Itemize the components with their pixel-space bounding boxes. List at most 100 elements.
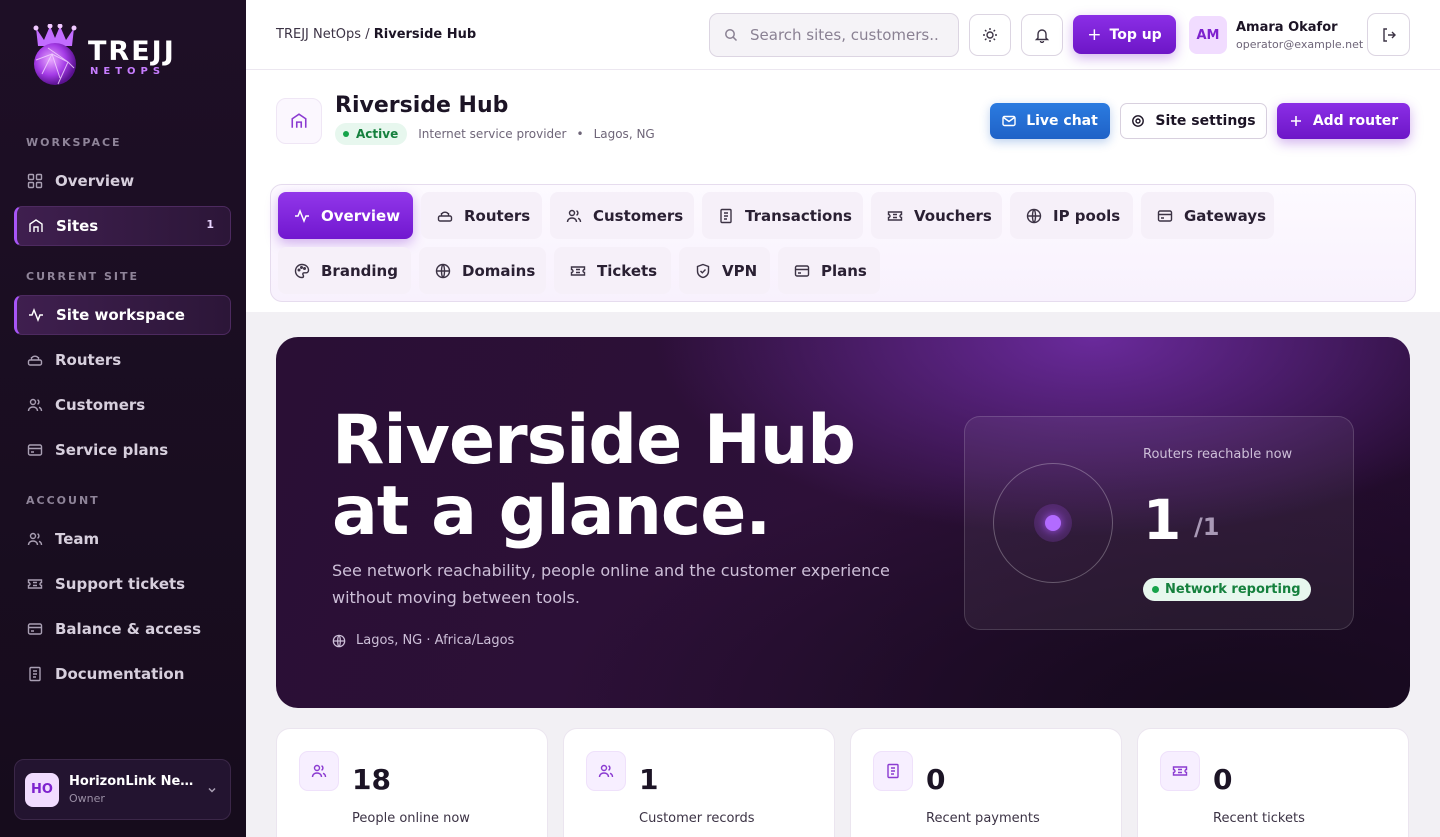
section-account: ACCOUNT: [26, 494, 100, 507]
sidebar-item-support-tickets[interactable]: Support tickets: [14, 564, 231, 604]
stat-label: Customer records: [639, 811, 755, 826]
ticket-icon: [1160, 751, 1200, 791]
sidebar-item-overview[interactable]: Overview: [14, 161, 231, 201]
organization-switcher[interactable]: HO HorizonLink Net... Owner: [14, 759, 231, 820]
sidebar-item-routers[interactable]: Routers: [14, 340, 231, 380]
users-icon: [299, 751, 339, 791]
user-name: Amara Okafor: [1236, 19, 1338, 35]
hero-title-line2: at a glance.: [332, 472, 771, 551]
search-icon: [725, 29, 738, 42]
top-up-button[interactable]: + Top up: [1073, 15, 1176, 54]
brand-logo[interactable]: TREJJ NETOPS: [30, 24, 176, 86]
sidebar-item-team[interactable]: Team: [14, 519, 231, 559]
search-input[interactable]: [750, 26, 940, 44]
tab-label: Gateways: [1184, 206, 1267, 225]
tab-vpn[interactable]: VPN: [679, 247, 770, 294]
tab-transactions[interactable]: Transactions: [702, 192, 863, 239]
stat-value: 0: [1213, 763, 1233, 796]
sidebar-item-label: Team: [55, 530, 100, 548]
page-title: Riverside Hub: [335, 93, 509, 118]
plus-icon: [1290, 116, 1301, 126]
tab-tickets[interactable]: Tickets: [554, 247, 671, 294]
site-location: Lagos, NG: [593, 127, 655, 141]
hero-location-text: Lagos, NG · Africa/Lagos: [356, 633, 515, 648]
users-icon: [27, 532, 43, 546]
sidebar-item-label: Sites: [56, 217, 99, 235]
users-icon: [566, 209, 582, 222]
grid-icon: [27, 173, 43, 189]
ticket-icon: [27, 579, 43, 589]
sidebar-item-sites[interactable]: Sites 1: [14, 206, 231, 246]
sidebar-item-site-workspace[interactable]: Site workspace: [14, 295, 231, 335]
logout-icon: [1382, 27, 1396, 42]
live-chat-button[interactable]: Live chat: [990, 103, 1110, 139]
sidebar-item-label: Service plans: [55, 441, 169, 459]
sidebar-item-label: Support tickets: [55, 575, 186, 593]
card-icon: [1157, 209, 1173, 222]
reach-label: Routers reachable now: [1143, 447, 1293, 462]
breadcrumb-current: Riverside Hub: [373, 27, 477, 42]
tab-gateways[interactable]: Gateways: [1141, 192, 1274, 239]
stat-card-recent-payments: 0 Recent payments: [850, 728, 1122, 837]
hero-location: Lagos, NG · Africa/Lagos: [332, 633, 514, 648]
tab-ip-pools[interactable]: IP pools: [1010, 192, 1133, 239]
doc-icon: [29, 666, 41, 682]
hero-panel: Riverside Hub at a glance. See network r…: [276, 337, 1410, 708]
section-current-site: CURRENT SITE: [26, 270, 140, 283]
sidebar-item-balance-access[interactable]: Balance & access: [14, 609, 231, 649]
sidebar-item-customers[interactable]: Customers: [14, 385, 231, 425]
users-icon: [586, 751, 626, 791]
sidebar-item-documentation[interactable]: Documentation: [14, 654, 231, 694]
logout-button[interactable]: [1367, 13, 1410, 56]
receipt-icon: [873, 751, 913, 791]
mail-icon: [1002, 115, 1016, 127]
theme-toggle-button[interactable]: [969, 14, 1011, 56]
router-icon: [27, 355, 43, 366]
crown-globe-icon: [30, 24, 80, 86]
bell-icon: [1034, 29, 1050, 43]
site-meta: Active Internet service provider • Lagos…: [335, 123, 655, 145]
search-box[interactable]: [709, 13, 959, 57]
tab-routers[interactable]: Routers: [421, 192, 542, 239]
tab-overview[interactable]: Overview: [278, 192, 413, 239]
user-email: operator@example.net: [1236, 37, 1364, 51]
sites-count-badge: 1: [206, 218, 214, 231]
site-settings-button[interactable]: Site settings: [1120, 103, 1267, 139]
sidebar-item-service-plans[interactable]: Service plans: [14, 430, 231, 470]
tab-vouchers[interactable]: Vouchers: [871, 192, 1002, 239]
tab-label: Plans: [821, 261, 867, 280]
radar-icon: [993, 463, 1113, 583]
notifications-button[interactable]: [1021, 14, 1063, 56]
org-name: HorizonLink Net...: [69, 774, 199, 789]
tab-plans[interactable]: Plans: [778, 247, 880, 294]
activity-icon: [29, 307, 43, 323]
main-content: Riverside Hub at a glance. See network r…: [246, 312, 1440, 837]
stat-label: Recent payments: [926, 811, 1040, 826]
sidebar-item-label: Routers: [55, 351, 122, 369]
building-icon: [29, 219, 43, 232]
tab-label: Customers: [593, 206, 684, 225]
stat-value: 1: [639, 763, 659, 796]
meta-separator: •: [576, 127, 584, 141]
routers-reachable-card: Routers reachable now 1 /1 Network repor…: [964, 416, 1354, 630]
site-type: Internet service provider: [418, 127, 567, 141]
reach-value: 1: [1143, 488, 1182, 552]
tab-branding[interactable]: Branding: [278, 247, 411, 294]
add-router-label: Add router: [1312, 113, 1399, 129]
settings-icon: [1132, 115, 1145, 127]
tab-label: Overview: [321, 206, 401, 225]
tab-label: VPN: [722, 261, 758, 280]
hero-description: See network reachability, people online …: [332, 561, 890, 607]
shield-icon: [696, 263, 710, 278]
tab-domains[interactable]: Domains: [419, 247, 546, 294]
sun-icon: [983, 28, 997, 42]
plus-icon: +: [1087, 24, 1102, 45]
sidebar-item-label: Documentation: [55, 665, 185, 683]
card-icon: [794, 264, 810, 277]
add-router-button[interactable]: Add router: [1277, 103, 1410, 139]
breadcrumb-root[interactable]: TREJJ NetOps: [276, 27, 361, 42]
site-building-icon: [276, 98, 322, 144]
stat-value: 18: [352, 763, 391, 796]
user-menu[interactable]: AM Amara Okafor operator@example.net: [1189, 16, 1363, 54]
tab-customers[interactable]: Customers: [550, 192, 694, 239]
